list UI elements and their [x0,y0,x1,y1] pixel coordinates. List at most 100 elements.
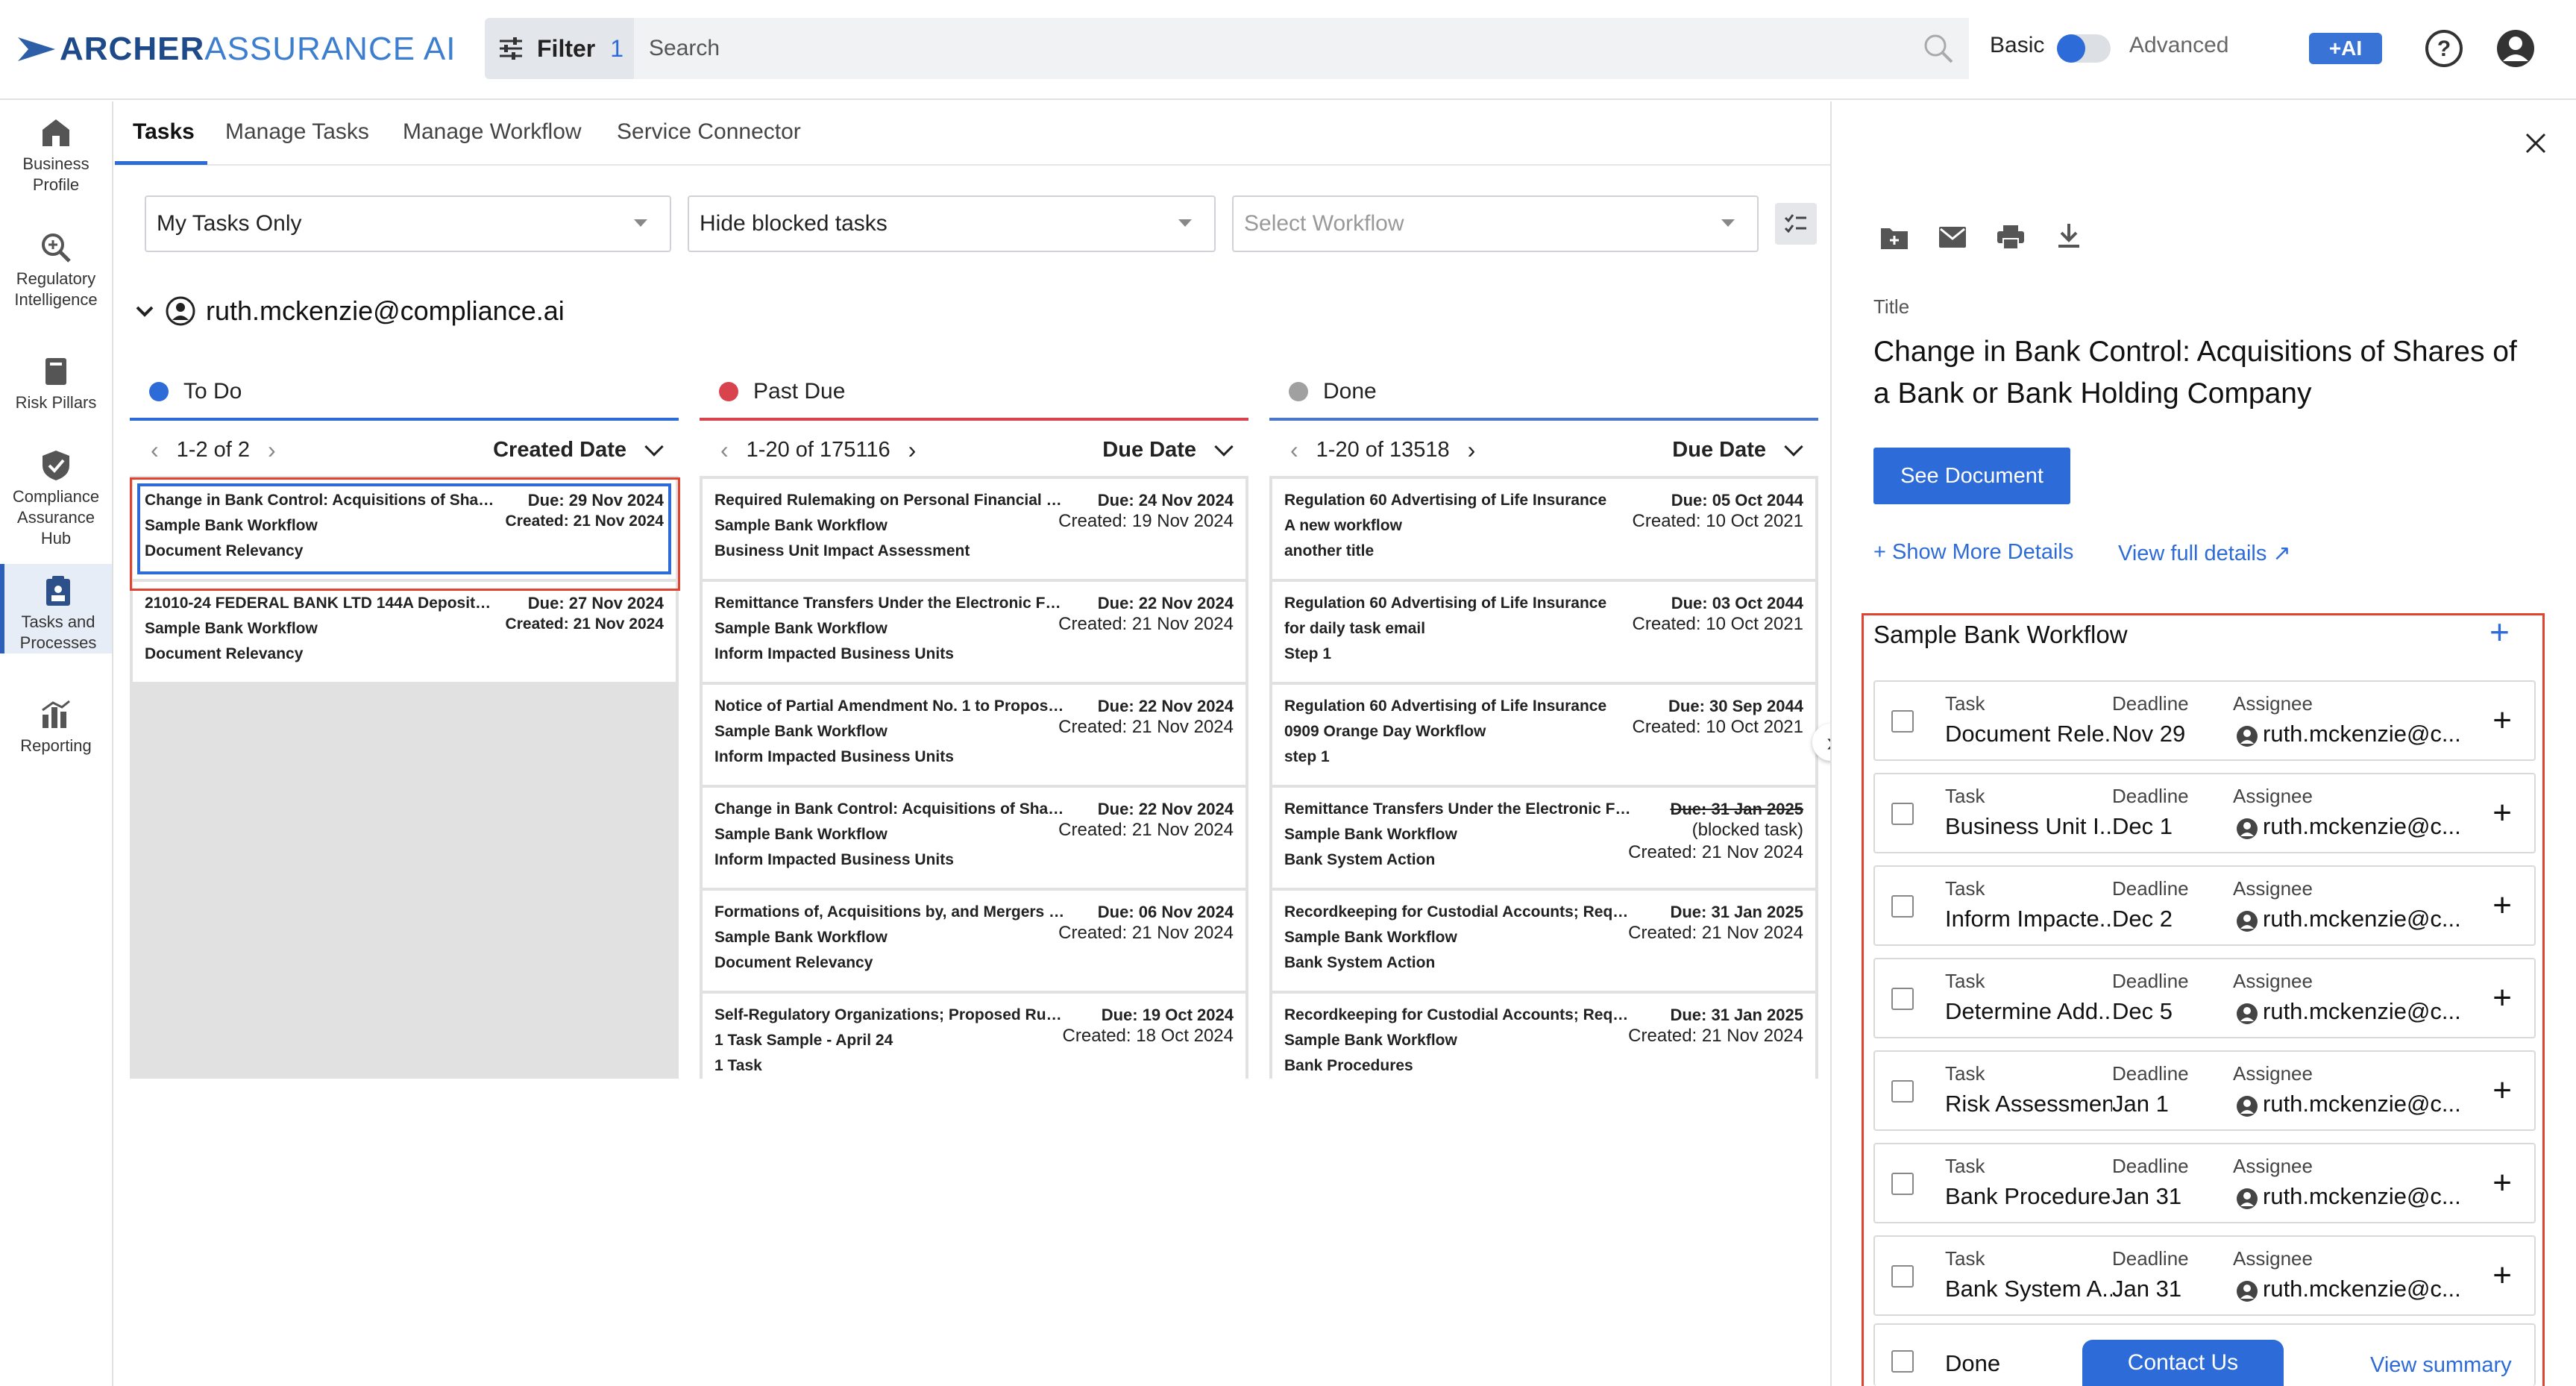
task-col-label: Task [1945,1155,1985,1177]
tab-tasks[interactable]: Tasks [133,119,195,145]
user-icon [166,296,195,326]
search-input[interactable] [634,18,1969,79]
view-full-details-link[interactable]: View full details ↗ [2118,540,2291,566]
done-checkbox[interactable] [1891,1350,1914,1373]
task-card[interactable]: Remittance Transfers Under the Electroni… [1272,788,1815,888]
add-subtask-plus-icon[interactable]: + [2492,797,2512,830]
chevron-down-icon[interactable] [1214,437,1234,457]
chevron-right-icon[interactable]: › [1468,436,1476,464]
sidebar-item-reporting[interactable]: Reporting [0,698,112,773]
help-icon[interactable]: ? [2424,28,2464,69]
contact-us-button[interactable]: Contact Us [2082,1340,2284,1386]
task-assignee[interactable]: ruth.mckenzie@c... [2263,1091,2479,1117]
workflow-task-row[interactable]: Task Deadline Assignee Bank Procedures Jan 3… [1873,1143,2536,1223]
see-document-button[interactable]: See Document [1873,448,2070,504]
task-checkbox[interactable] [1891,1265,1914,1288]
chevron-down-icon[interactable] [644,437,664,457]
task-card[interactable]: Required Rulemaking on Personal Financia… [703,479,1245,579]
download-icon[interactable] [2055,222,2082,251]
task-assignee[interactable]: ruth.mckenzie@c... [2263,813,2479,840]
folder-add-icon[interactable] [1879,224,1909,251]
email-icon[interactable] [1938,225,1967,249]
filter-button[interactable]: Filter 1 [485,18,634,79]
task-checkbox[interactable] [1891,1173,1914,1195]
task-checkbox[interactable] [1891,1080,1914,1103]
workflow-task-row[interactable]: Task Deadline Assignee Document Rele... Nov … [1873,680,2536,761]
chevron-left-icon[interactable]: ‹ [1290,436,1298,464]
workflow-task-row[interactable]: Task Deadline Assignee Business Unit I... De… [1873,773,2536,853]
account-icon[interactable] [2495,28,2536,69]
user-group-header[interactable]: ruth.mckenzie@compliance.ai [134,295,565,327]
add-subtask-plus-icon[interactable]: + [2492,704,2512,737]
sort-select[interactable]: Due Date [1102,438,1196,462]
task-checkbox[interactable] [1891,710,1914,733]
workflow-task-row[interactable]: Task Deadline Assignee Inform Impacte... Dec… [1873,865,2536,946]
task-checkbox[interactable] [1891,988,1914,1010]
sidebar-item-business-profile[interactable]: Business Profile [0,116,112,206]
task-card[interactable]: Change in Bank Control: Acquisitions of … [703,788,1245,888]
sort-select[interactable]: Created Date [493,438,626,462]
task-card[interactable]: Recordkeeping for Custodial Accounts; Re… [1272,994,1815,1094]
sidebar-item-compliance-assurance-hub[interactable]: Compliance Assurance Hub [0,449,112,554]
workflow-task-row[interactable]: Task Deadline Assignee Determine Add... Dec … [1873,958,2536,1038]
task-card[interactable]: Regulation 60 Advertising of Life Insura… [1272,685,1815,785]
sidebar-item-risk-pillars[interactable]: Risk Pillars [0,355,112,430]
done-label: Done [1945,1350,2001,1376]
logo[interactable]: ARCHER ASSURANCE AI [18,27,456,72]
chevron-down-icon[interactable] [1784,437,1803,457]
tab-service-connector[interactable]: Service Connector [617,119,801,145]
card-workflow: Sample Bank Workflow [1284,826,1457,843]
task-card[interactable]: Self-Regulatory Organizations; Proposed … [703,994,1245,1094]
sidebar-item-regulatory-intelligence[interactable]: Regulatory Intelligence [0,231,112,321]
chevron-right-icon[interactable]: › [908,436,917,464]
workflow-task-row[interactable]: Task Deadline Assignee Bank System A... Jan … [1873,1235,2536,1316]
add-subtask-plus-icon[interactable]: + [2492,1167,2512,1200]
blocked-tasks-select[interactable]: Hide blocked tasks [688,195,1216,252]
task-assignee[interactable]: ruth.mckenzie@c... [2263,906,2479,932]
task-assignee[interactable]: ruth.mckenzie@c... [2263,998,2479,1025]
task-assignee[interactable]: ruth.mckenzie@c... [2263,1183,2479,1210]
chevron-left-icon[interactable]: ‹ [151,436,159,464]
my-tasks-select[interactable]: My Tasks Only [145,195,671,252]
add-subtask-plus-icon[interactable]: + [2492,1259,2512,1292]
tab-manage-tasks[interactable]: Manage Tasks [225,119,369,145]
chevron-right-icon[interactable]: › [268,436,276,464]
column-body: Regulation 60 Advertising of Life Insura… [1269,476,1818,1094]
show-more-details-link[interactable]: + Show More Details [1873,540,2073,565]
task-card[interactable]: Notice of Partial Amendment No. 1 to Pro… [703,685,1245,785]
print-icon[interactable] [1996,224,2026,251]
task-checkbox[interactable] [1891,803,1914,825]
task-card[interactable]: 21010-24 FEDERAL BANK LTD 144A Depositar… [133,582,676,682]
add-task-plus-icon[interactable]: + [2489,615,2510,649]
task-checkbox[interactable] [1891,895,1914,918]
task-card[interactable]: Regulation 60 Advertising of Life Insura… [1272,582,1815,682]
task-assignee[interactable]: ruth.mckenzie@c... [2263,721,2479,747]
view-summary-link[interactable]: View summary [2370,1353,2512,1378]
book-icon [45,358,66,385]
ai-button-label: +AI [2328,37,2363,60]
mode-toggle[interactable] [2057,34,2111,63]
close-icon[interactable] [2524,131,2548,155]
task-card[interactable]: Recordkeeping for Custodial Accounts; Re… [1272,891,1815,991]
task-card[interactable]: Formations of, Acquisitions by, and Merg… [703,891,1245,991]
card-step: Inform Impacted Business Units [714,748,954,765]
board-settings-button[interactable] [1775,203,1817,245]
tab-manage-workflow[interactable]: Manage Workflow [403,119,582,145]
workflow-task-row[interactable]: Task Deadline Assignee Risk Assessment Jan 1… [1873,1050,2536,1131]
add-subtask-plus-icon[interactable]: + [2492,1074,2512,1107]
check-circle-icon [1289,382,1308,401]
add-subtask-plus-icon[interactable]: + [2492,982,2512,1015]
logo-text-secondary: ASSURANCE AI [204,31,456,67]
user-icon [2237,1096,2258,1117]
task-assignee[interactable]: ruth.mckenzie@c... [2263,1276,2479,1302]
sort-select[interactable]: Due Date [1672,438,1766,462]
search-icon[interactable] [1923,33,1954,64]
task-card[interactable]: Remittance Transfers Under the Electroni… [703,582,1245,682]
chevron-left-icon[interactable]: ‹ [720,436,729,464]
ai-button[interactable]: +AI [2309,33,2382,64]
workflow-select[interactable]: Select Workflow [1232,195,1759,252]
task-card[interactable]: Regulation 60 Advertising of Life Insura… [1272,479,1815,579]
card-step: Inform Impacted Business Units [714,851,954,868]
add-subtask-plus-icon[interactable]: + [2492,889,2512,922]
sidebar-item-tasks-and-processes[interactable]: Tasks and Processes [0,564,112,653]
